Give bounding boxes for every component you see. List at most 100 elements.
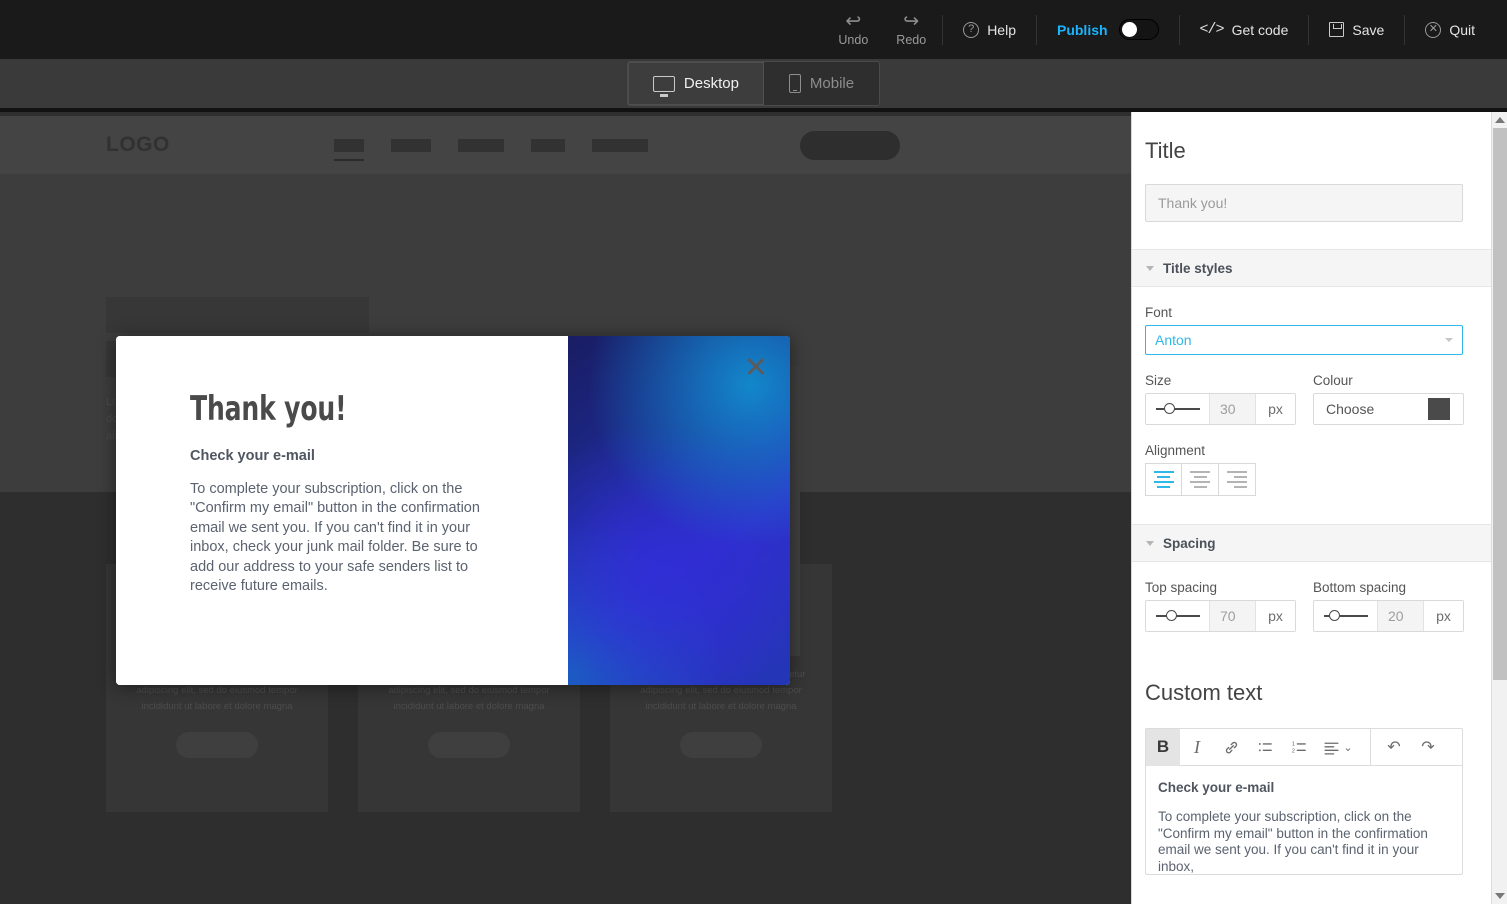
undo-label: Undo bbox=[838, 33, 868, 47]
slider-track-wrap bbox=[1324, 610, 1368, 622]
custom-text-heading: Custom text bbox=[1132, 632, 1492, 706]
scroll-down-arrow-icon[interactable] bbox=[1495, 893, 1505, 899]
size-value[interactable]: 30 bbox=[1209, 394, 1255, 424]
top-spacing-stepper[interactable]: 70 px bbox=[1145, 600, 1296, 632]
save-button[interactable]: Save bbox=[1311, 0, 1402, 59]
wireframe-card-button[interactable] bbox=[176, 732, 258, 758]
floppy-disk-icon bbox=[1329, 22, 1344, 37]
settings-panel: Title Title styles Font Anton Size bbox=[1131, 112, 1507, 904]
font-select[interactable]: Anton bbox=[1145, 325, 1463, 355]
popup-content: Thank you! Check your e-mail To complete… bbox=[116, 336, 568, 685]
scroll-up-arrow-icon[interactable] bbox=[1495, 117, 1505, 123]
align-left-button[interactable] bbox=[1145, 463, 1182, 496]
slider-knob[interactable] bbox=[1329, 610, 1340, 621]
wireframe-nav-item[interactable] bbox=[592, 139, 648, 152]
wireframe-card-button[interactable] bbox=[680, 732, 762, 758]
bullet-list-icon[interactable] bbox=[1248, 729, 1282, 766]
align-right-button[interactable] bbox=[1219, 463, 1256, 496]
bottom-spacing-unit: px bbox=[1423, 601, 1463, 631]
top-spacing-slider[interactable] bbox=[1146, 601, 1209, 631]
wireframe-card-button[interactable] bbox=[428, 732, 510, 758]
svg-text:1: 1 bbox=[1291, 741, 1294, 747]
wireframe-cta-button[interactable] bbox=[800, 131, 900, 160]
colour-label: Colour bbox=[1313, 373, 1464, 388]
bold-button[interactable]: B bbox=[1146, 729, 1180, 766]
editor-content-body: To complete your subscription, click on … bbox=[1158, 809, 1450, 874]
publish-toggle[interactable] bbox=[1119, 19, 1159, 40]
redo-button[interactable]: ↪ Redo bbox=[882, 0, 940, 59]
editor-undo-button[interactable]: ↶ bbox=[1377, 729, 1411, 766]
editor-toolbar: B I bbox=[1146, 729, 1462, 766]
panel-scrollbar[interactable] bbox=[1491, 112, 1507, 904]
align-dropdown-button[interactable]: ⌄ bbox=[1316, 729, 1360, 766]
wireframe-headline-bar bbox=[106, 297, 369, 333]
divider bbox=[1404, 15, 1405, 45]
scrollbar-thumb[interactable] bbox=[1493, 128, 1507, 680]
publish-toggle-row[interactable]: Publish bbox=[1039, 0, 1177, 59]
italic-button[interactable]: I bbox=[1180, 729, 1214, 766]
help-label: Help bbox=[987, 22, 1016, 38]
bottom-spacing-label: Bottom spacing bbox=[1313, 580, 1464, 595]
bottom-spacing-group: Bottom spacing 20 px bbox=[1313, 580, 1464, 632]
wireframe-nav-item[interactable] bbox=[334, 139, 364, 152]
quit-button[interactable]: ✕ Quit bbox=[1407, 0, 1493, 59]
rich-text-editor: B I bbox=[1145, 728, 1463, 875]
chevron-down-icon: ⌄ bbox=[1343, 741, 1352, 754]
size-slider[interactable] bbox=[1146, 394, 1209, 424]
phone-icon bbox=[789, 74, 801, 93]
toggle-knob bbox=[1122, 22, 1137, 37]
colour-swatch-wrap bbox=[1428, 398, 1456, 420]
undo-button[interactable]: ↩ Undo bbox=[824, 0, 882, 59]
section-spacing[interactable]: Spacing bbox=[1132, 524, 1492, 562]
popup-preview[interactable]: Thank you! Check your e-mail To complete… bbox=[116, 336, 790, 685]
section-title-styles[interactable]: Title styles bbox=[1132, 249, 1492, 287]
popup-title: Thank you! bbox=[190, 392, 451, 428]
redo-label: Redo bbox=[896, 33, 926, 47]
colour-swatch[interactable] bbox=[1428, 398, 1450, 420]
wireframe-nav-item[interactable] bbox=[458, 139, 504, 152]
slider-knob[interactable] bbox=[1164, 403, 1175, 414]
close-icon[interactable]: ✕ bbox=[744, 354, 768, 383]
app-root: ↩ Undo ↪ Redo ? Help Publish </> Get cod… bbox=[0, 0, 1507, 904]
settings-panel-inner: Title Title styles Font Anton Size bbox=[1132, 112, 1492, 875]
divider bbox=[1370, 729, 1371, 766]
tab-mobile[interactable]: Mobile bbox=[764, 62, 879, 105]
popup-subtitle: Check your e-mail bbox=[190, 448, 508, 464]
slider-track-wrap bbox=[1156, 403, 1200, 415]
divider bbox=[1036, 15, 1037, 45]
bottom-spacing-stepper[interactable]: 20 px bbox=[1313, 600, 1464, 632]
bottom-spacing-value[interactable]: 20 bbox=[1377, 601, 1423, 631]
numbered-list-icon[interactable]: 1 2 bbox=[1282, 729, 1316, 766]
divider bbox=[942, 15, 943, 45]
size-colour-row: Size 30 px Colour bbox=[1132, 355, 1492, 425]
section-spacing-label: Spacing bbox=[1163, 536, 1216, 551]
top-spacing-unit: px bbox=[1255, 601, 1295, 631]
wireframe-nav-item[interactable] bbox=[391, 139, 431, 152]
save-label: Save bbox=[1352, 22, 1384, 38]
align-center-button[interactable] bbox=[1182, 463, 1219, 496]
slider-knob[interactable] bbox=[1166, 610, 1177, 621]
tab-desktop[interactable]: Desktop bbox=[628, 62, 764, 105]
link-icon[interactable] bbox=[1214, 729, 1248, 766]
get-code-button[interactable]: </> Get code bbox=[1182, 0, 1307, 59]
question-circle-icon: ? bbox=[963, 22, 979, 38]
help-button[interactable]: ? Help bbox=[945, 0, 1034, 59]
colour-picker[interactable]: Choose bbox=[1313, 393, 1464, 425]
editor-content[interactable]: Check your e-mail To complete your subsc… bbox=[1146, 766, 1462, 874]
wireframe-nav-item[interactable] bbox=[531, 139, 565, 152]
popup-body-text: To complete your subscription, click on … bbox=[190, 480, 490, 597]
font-group: Font Anton bbox=[1132, 287, 1492, 355]
slider-track-wrap bbox=[1156, 610, 1200, 622]
publish-label: Publish bbox=[1057, 22, 1108, 38]
divider bbox=[1308, 15, 1309, 45]
bottom-spacing-slider[interactable] bbox=[1314, 601, 1377, 631]
editor-redo-button[interactable]: ↷ bbox=[1411, 729, 1445, 766]
chevron-down-icon bbox=[1146, 266, 1154, 271]
font-select-value: Anton bbox=[1155, 332, 1192, 348]
device-switch: Desktop Mobile bbox=[627, 61, 880, 106]
title-input[interactable] bbox=[1145, 184, 1463, 222]
svg-text:2: 2 bbox=[1291, 748, 1294, 754]
size-stepper[interactable]: 30 px bbox=[1145, 393, 1296, 425]
page-title: Title bbox=[1132, 112, 1492, 164]
top-spacing-value[interactable]: 70 bbox=[1209, 601, 1255, 631]
